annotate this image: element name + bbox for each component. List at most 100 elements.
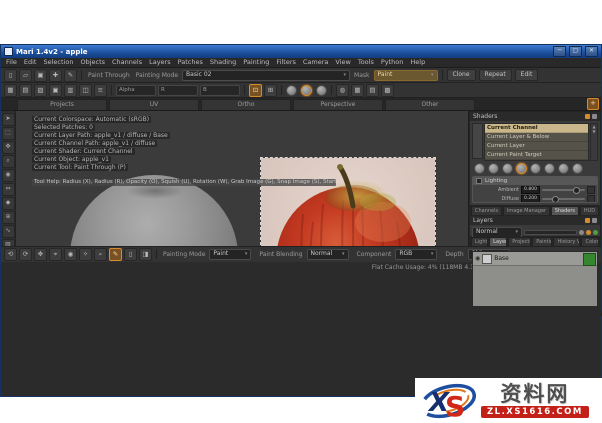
palette-tab[interactable]: Image Manager bbox=[503, 206, 550, 215]
select-tool-icon[interactable]: ➤ bbox=[2, 113, 15, 126]
control-dropdown[interactable]: RGB ▾ bbox=[395, 249, 437, 260]
projection-off-icon[interactable]: ⊞ bbox=[264, 84, 277, 97]
view-tab[interactable]: Other bbox=[385, 99, 475, 110]
shader-ball-8-icon[interactable] bbox=[572, 163, 583, 174]
palette-tab[interactable]: Layers bbox=[489, 237, 507, 246]
brush-preset-icon[interactable]: ✎ bbox=[64, 69, 77, 82]
edit-button[interactable]: Edit bbox=[515, 69, 539, 81]
slider-reset-button[interactable] bbox=[587, 186, 595, 194]
slider-track[interactable] bbox=[542, 198, 585, 200]
texture-mode-icon[interactable]: ▦ bbox=[351, 84, 364, 97]
shaders-palette-titlebar[interactable]: Shaders bbox=[470, 112, 600, 121]
mask-mode-icon[interactable]: ▩ bbox=[381, 84, 394, 97]
view-tab[interactable]: Ortho bbox=[201, 99, 291, 110]
pin-icon[interactable]: ✚ bbox=[49, 69, 62, 82]
menu-item[interactable]: Patches bbox=[178, 58, 203, 67]
grid-toggle-icon[interactable]: ▤ bbox=[19, 84, 32, 97]
uv-toggle-icon[interactable]: ▧ bbox=[34, 84, 47, 97]
layer-name[interactable]: Base bbox=[494, 255, 581, 262]
shadow-mode-icon[interactable]: ◍ bbox=[336, 84, 349, 97]
close-button[interactable]: ✕ bbox=[585, 46, 598, 57]
palette-tab[interactable]: Painting bbox=[532, 237, 552, 246]
scrollbar[interactable]: ▲ ▼ bbox=[590, 123, 598, 161]
shader-ball-7-icon[interactable] bbox=[558, 163, 569, 174]
palette-tab[interactable]: HUD bbox=[580, 206, 599, 215]
shader-ball-2-icon[interactable] bbox=[488, 163, 499, 174]
menu-item[interactable]: Channels bbox=[112, 58, 142, 67]
slide-tool-icon[interactable]: ⇔ bbox=[2, 183, 15, 196]
maximize-button[interactable]: ▢ bbox=[569, 46, 582, 57]
brush-active-icon[interactable]: ✎ bbox=[109, 248, 122, 261]
slider-handle[interactable] bbox=[552, 196, 559, 203]
shader-list-item[interactable]: Current Layer bbox=[485, 142, 588, 151]
slider-value[interactable]: 0.200 bbox=[521, 195, 540, 203]
smear-tool-icon[interactable]: ∿ bbox=[2, 225, 15, 238]
undo-icon[interactable]: ⟲ bbox=[4, 248, 17, 261]
control-dropdown[interactable]: Paint ▾ bbox=[209, 249, 251, 260]
redo-icon[interactable]: ⟳ bbox=[19, 248, 32, 261]
menu-item[interactable]: File bbox=[6, 58, 17, 67]
menu-item[interactable]: Selection bbox=[43, 58, 73, 67]
full-lighting-icon[interactable] bbox=[316, 85, 327, 96]
basic-lighting-icon[interactable] bbox=[301, 85, 312, 96]
view-tab[interactable]: UV bbox=[109, 99, 199, 110]
new-project-icon[interactable]: ▯ bbox=[4, 69, 17, 82]
palette-close-icon[interactable] bbox=[592, 218, 597, 223]
menu-item[interactable]: Objects bbox=[80, 58, 105, 67]
pick-color-icon[interactable]: ⌖ bbox=[49, 248, 62, 261]
menu-item[interactable]: Layers bbox=[149, 58, 171, 67]
view-tab[interactable]: Perspective bbox=[293, 99, 383, 110]
screen-mode-icon[interactable]: ▤ bbox=[366, 84, 379, 97]
minimize-button[interactable]: ─ bbox=[553, 46, 566, 57]
scroll-down-icon[interactable]: ▼ bbox=[591, 129, 597, 134]
page-icon[interactable]: ▯ bbox=[124, 248, 137, 261]
shader-ball-6-icon[interactable] bbox=[544, 163, 555, 174]
snap-icon[interactable]: ✧ bbox=[79, 248, 92, 261]
menu-item[interactable]: Camera bbox=[303, 58, 329, 67]
palette-tab[interactable]: Lights bbox=[471, 237, 488, 246]
clone-button[interactable]: Clone bbox=[447, 69, 476, 81]
shader-ball-3-icon[interactable] bbox=[502, 163, 513, 174]
control-dropdown[interactable]: Normal ▾ bbox=[307, 249, 349, 260]
shader-list-item[interactable]: Current Channel bbox=[485, 124, 588, 133]
brush-preset-dropdown[interactable]: Basic 02 ▾ bbox=[182, 70, 350, 81]
menu-item[interactable]: Shading bbox=[210, 58, 236, 67]
marquee-select-tool-icon[interactable]: ⬚ bbox=[2, 127, 15, 140]
menu-item[interactable]: View bbox=[335, 58, 350, 67]
stamp-icon[interactable]: ◨ bbox=[139, 248, 152, 261]
wireframe-toggle-icon[interactable]: ▣ bbox=[49, 84, 62, 97]
menu-item[interactable]: Edit bbox=[24, 58, 37, 67]
shader-ball-4-icon[interactable] bbox=[516, 163, 527, 174]
mirror-toggle-icon[interactable]: ▦ bbox=[4, 84, 17, 97]
slider-handle[interactable] bbox=[573, 187, 580, 194]
save-project-icon[interactable]: ▣ bbox=[34, 69, 47, 82]
title-bar[interactable]: Mari 1.4v2 - apple ─ ▢ ✕ bbox=[1, 45, 601, 58]
shader-ball-5-icon[interactable] bbox=[530, 163, 541, 174]
palette-tab[interactable]: Channels bbox=[471, 206, 502, 215]
layer-list[interactable]: ◉ Base bbox=[472, 251, 598, 307]
mask-dropdown[interactable]: Paint ▾ bbox=[374, 70, 438, 81]
flat-lighting-icon[interactable] bbox=[286, 85, 297, 96]
palette-float-icon[interactable] bbox=[585, 114, 590, 119]
palette-tab[interactable]: Shaders bbox=[551, 206, 579, 215]
shader-list-item[interactable]: Current Layer & Below bbox=[485, 133, 588, 142]
menu-item[interactable]: Tools bbox=[358, 58, 374, 67]
repeat-button[interactable]: Repeat bbox=[479, 69, 512, 81]
channel-field[interactable]: R bbox=[158, 85, 198, 96]
slider-track[interactable] bbox=[542, 189, 585, 191]
shadow-toggle-icon[interactable]: ▥ bbox=[64, 84, 77, 97]
view-tab[interactable]: Projects bbox=[17, 99, 107, 110]
apple-reference-image[interactable] bbox=[260, 157, 436, 246]
palette-tab[interactable]: Colors bbox=[581, 237, 599, 246]
palette-tab[interactable]: History View bbox=[553, 237, 580, 246]
slider-reset-button[interactable] bbox=[587, 195, 595, 203]
opacity-icon[interactable] bbox=[579, 230, 584, 235]
list-toggle-icon[interactable]: ≡ bbox=[94, 84, 107, 97]
menu-item[interactable]: Painting bbox=[243, 58, 269, 67]
menu-item[interactable]: Python bbox=[381, 58, 404, 67]
warp-tool-icon[interactable]: ⊕ bbox=[2, 211, 15, 224]
visibility-eye-icon[interactable]: ◉ bbox=[475, 255, 480, 262]
shader-side-strip[interactable] bbox=[472, 123, 483, 159]
menu-item[interactable]: Filters bbox=[276, 58, 295, 67]
vector-tool-icon[interactable]: ◆ bbox=[2, 197, 15, 210]
